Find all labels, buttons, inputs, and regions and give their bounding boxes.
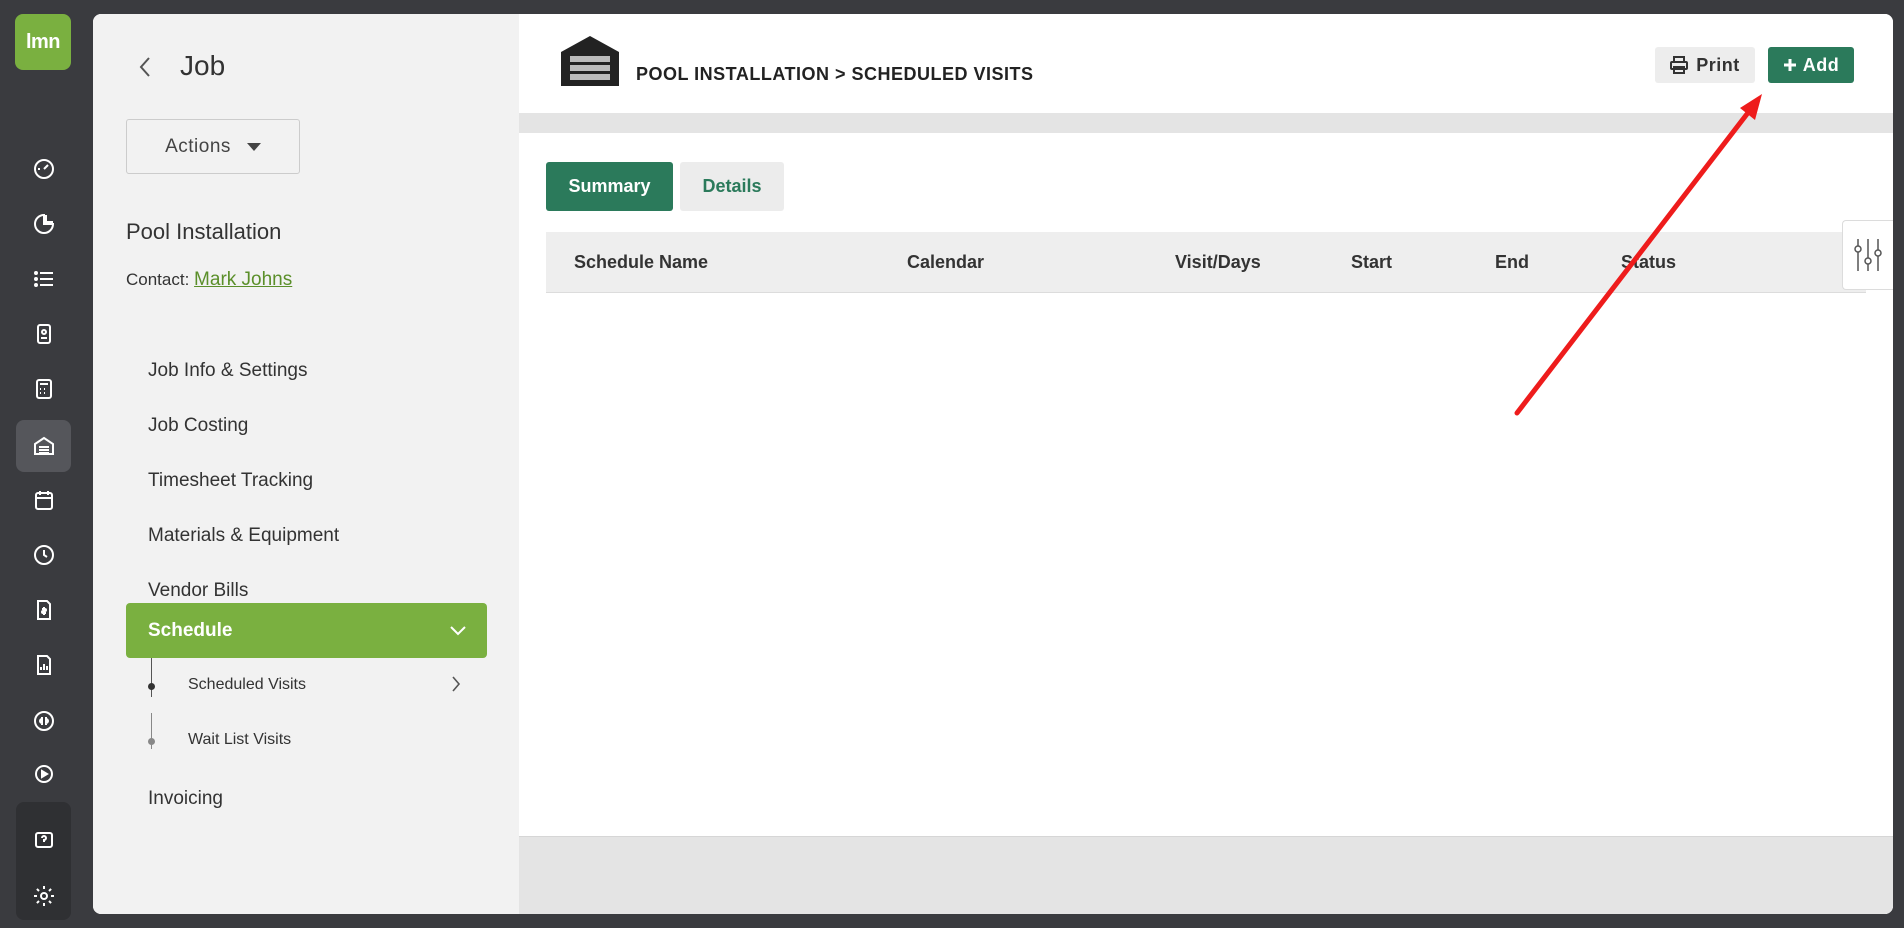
main-card: Job Actions Pool Installation Contact: M… xyxy=(93,14,1893,914)
chevron-down-icon xyxy=(450,625,466,635)
help-icon[interactable] xyxy=(16,815,71,867)
logo-text: lmn xyxy=(25,30,61,53)
plus-icon xyxy=(1783,59,1796,71)
contact-label: Contact: xyxy=(126,270,190,289)
print-label: Print xyxy=(1696,54,1740,75)
column-header[interactable]: Status xyxy=(1621,252,1676,273)
calendar-icon[interactable] xyxy=(16,474,71,526)
column-header[interactable]: Visit/Days xyxy=(1175,252,1261,273)
contact-line: Contact: Mark Johns xyxy=(126,269,292,291)
header-divider xyxy=(519,113,1893,133)
lmn-logo[interactable]: lmn xyxy=(15,14,71,70)
sub-item-scheduled-visits[interactable]: Scheduled Visits xyxy=(188,676,306,694)
footer-band xyxy=(519,836,1893,914)
back-chevron-icon[interactable] xyxy=(133,52,157,82)
print-button[interactable]: Print xyxy=(1655,47,1755,83)
garage-icon xyxy=(561,36,619,86)
nav-item-timesheet-tracking[interactable]: Timesheet Tracking xyxy=(148,470,313,492)
play-icon[interactable] xyxy=(16,748,71,800)
content-area: POOL INSTALLATION > SCHEDULED VISITS Pri… xyxy=(519,14,1893,914)
column-header[interactable]: Schedule Name xyxy=(574,252,708,273)
invoice-icon[interactable] xyxy=(16,584,71,636)
contact-link[interactable]: Mark Johns xyxy=(194,269,292,290)
contact-card-icon[interactable] xyxy=(16,308,71,360)
column-settings-toggle[interactable] xyxy=(1842,220,1893,290)
nav-item-schedule-label: Schedule xyxy=(148,619,233,641)
actions-label: Actions xyxy=(165,135,231,157)
nav-item-materials-equipment[interactable]: Materials & Equipment xyxy=(148,525,339,547)
add-label: Add xyxy=(1802,54,1840,75)
sub-item-wait-list-visits[interactable]: Wait List Visits xyxy=(188,731,291,749)
nav-item-invoicing[interactable]: Invoicing xyxy=(148,788,223,810)
list-icon[interactable] xyxy=(16,253,71,305)
quickbooks-icon[interactable] xyxy=(16,695,71,747)
nav-item-vendor-bills[interactable]: Vendor Bills xyxy=(148,580,248,602)
breadcrumb: POOL INSTALLATION > SCHEDULED VISITS xyxy=(636,64,1034,84)
tree-dot xyxy=(148,738,155,745)
chevron-right-icon[interactable] xyxy=(451,675,461,698)
tree-dot xyxy=(148,683,155,690)
settings-icon[interactable] xyxy=(16,870,71,922)
nav-item-job-costing[interactable]: Job Costing xyxy=(148,415,248,437)
dashboard-icon[interactable] xyxy=(16,143,71,195)
tab-summary[interactable]: Summary xyxy=(546,162,673,211)
clock-icon[interactable] xyxy=(16,529,71,581)
job-sidebar: Job Actions Pool Installation Contact: M… xyxy=(93,14,519,914)
column-header[interactable]: End xyxy=(1495,252,1529,273)
calculator-icon[interactable] xyxy=(16,363,71,415)
column-header[interactable]: Start xyxy=(1351,252,1392,273)
jobs-icon[interactable] xyxy=(16,420,71,472)
column-header[interactable]: Calendar xyxy=(907,252,984,273)
caret-down-icon xyxy=(246,142,261,151)
printer-icon xyxy=(1670,56,1689,74)
pie-chart-icon[interactable] xyxy=(16,198,71,250)
report-icon[interactable] xyxy=(16,639,71,691)
table-header: Schedule Name Calendar Visit/Days Start … xyxy=(546,232,1866,293)
tree-connector xyxy=(151,658,152,697)
sliders-icon xyxy=(1854,239,1882,271)
nav-item-schedule[interactable]: Schedule xyxy=(126,603,487,658)
page-title: Job xyxy=(180,50,226,81)
nav-item-job-info[interactable]: Job Info & Settings xyxy=(148,360,308,382)
actions-dropdown-button[interactable]: Actions xyxy=(126,119,300,174)
app-rail: lmn xyxy=(0,0,86,928)
job-name: Pool Installation xyxy=(126,219,282,244)
add-button[interactable]: Add xyxy=(1768,47,1854,83)
tab-details[interactable]: Details xyxy=(680,162,784,211)
